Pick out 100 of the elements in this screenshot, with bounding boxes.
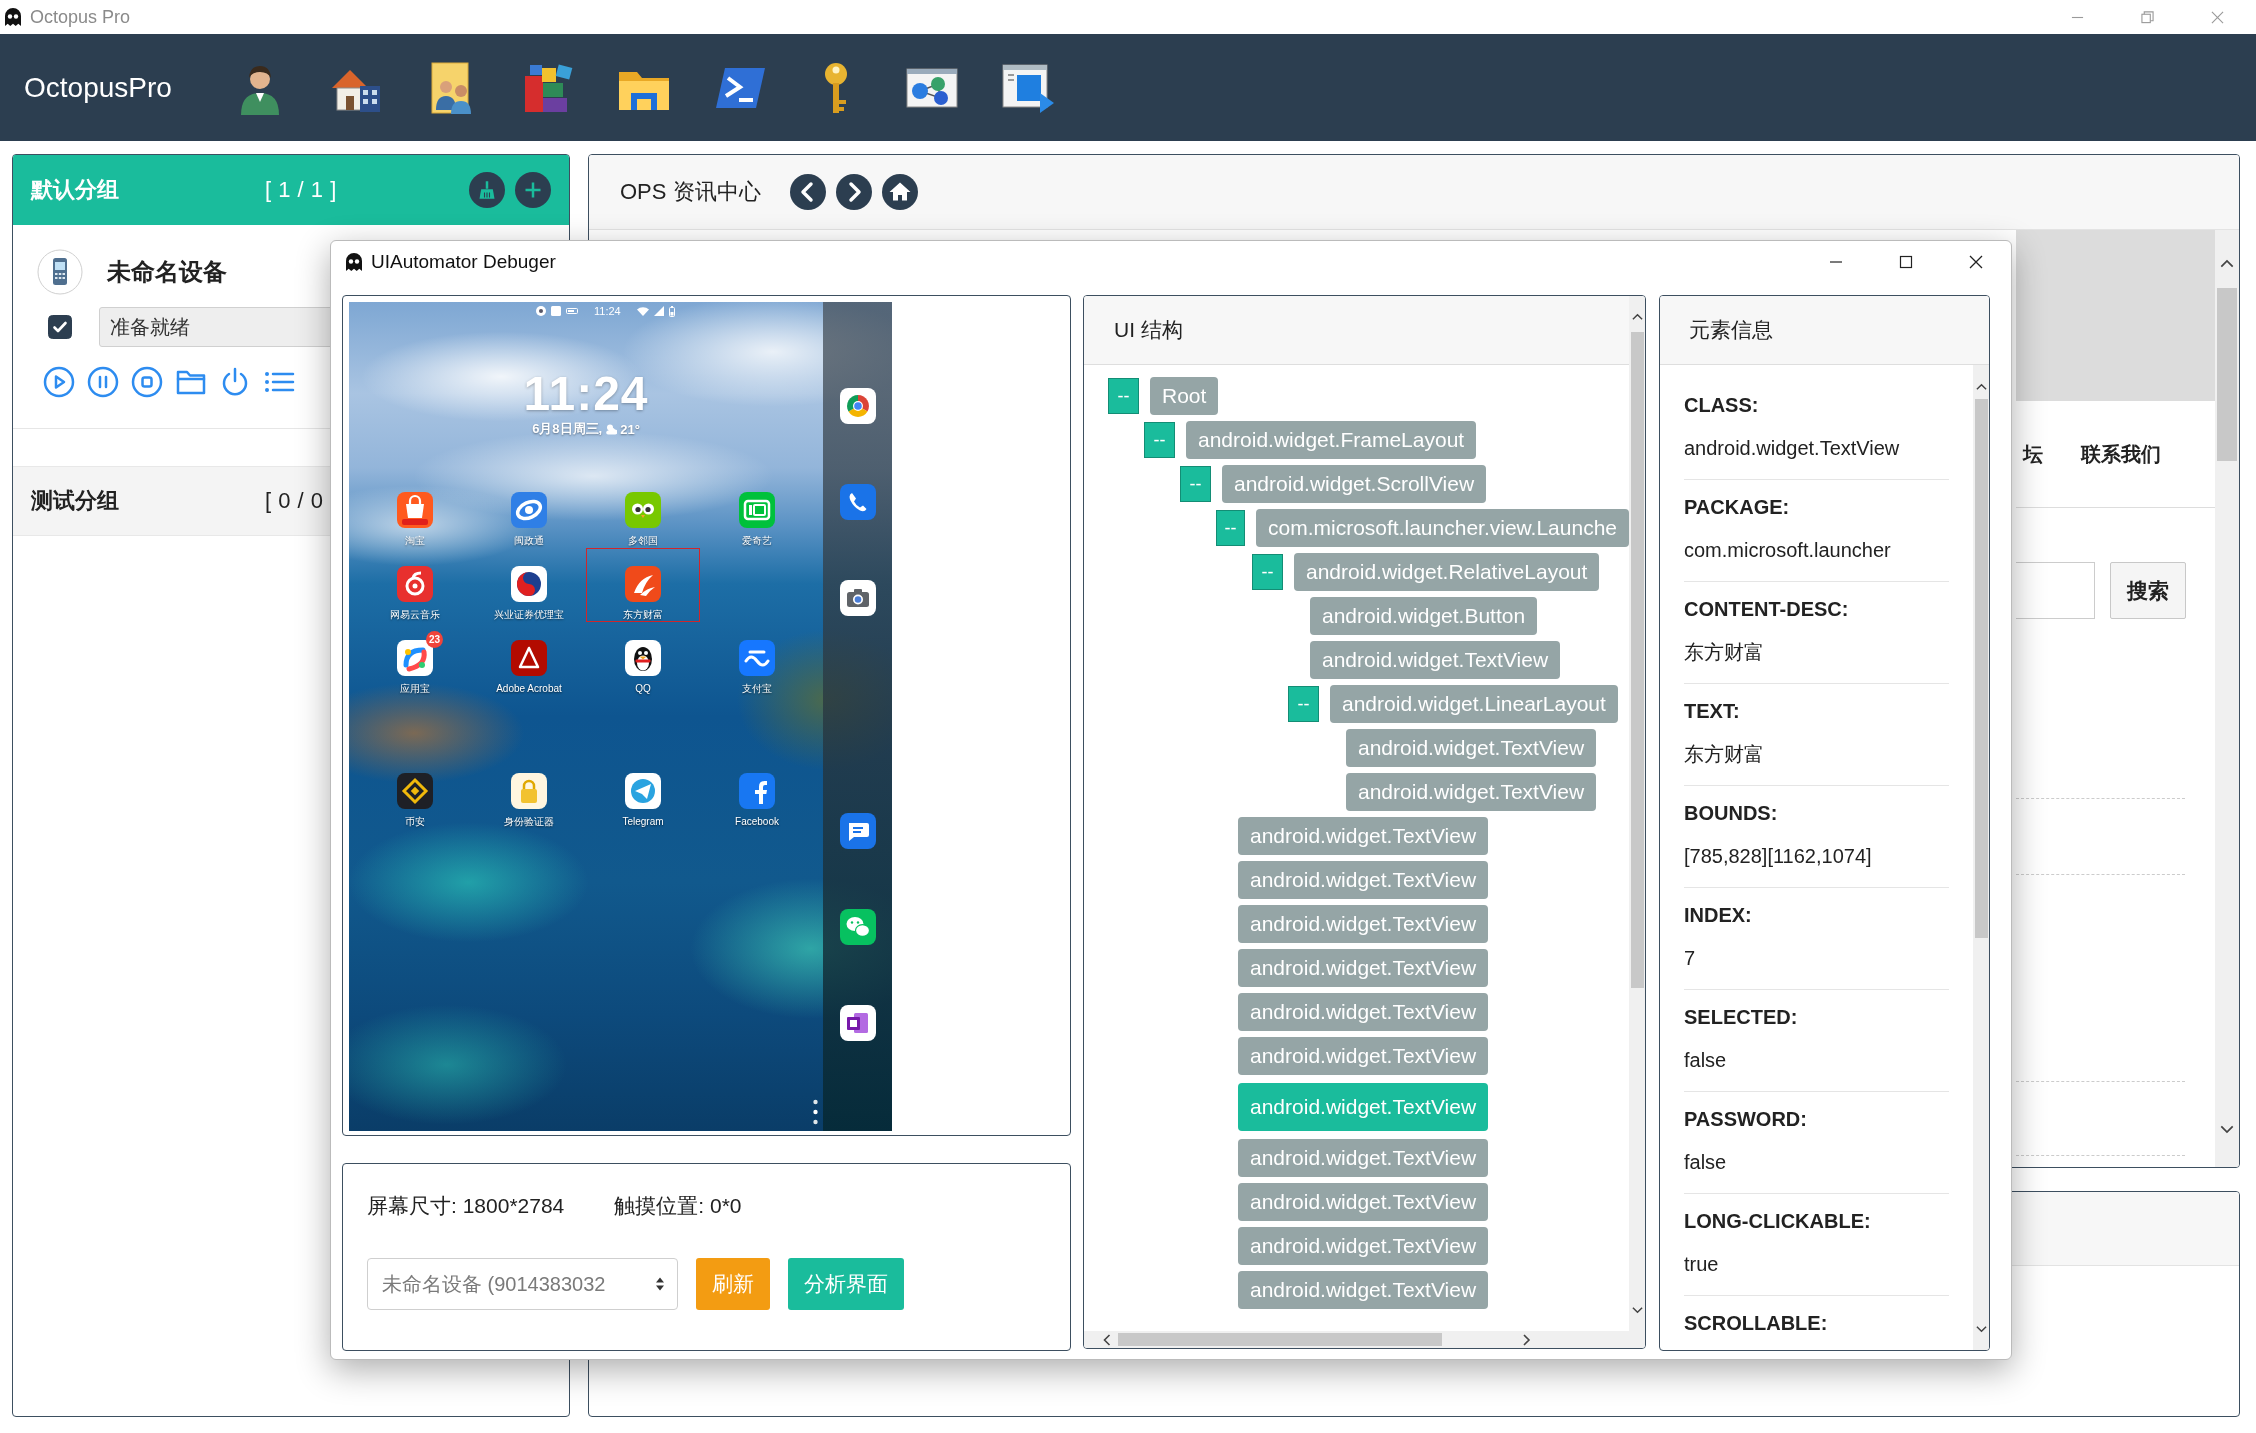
checkbox[interactable]: [48, 315, 72, 339]
wing-icon: [625, 566, 661, 602]
tree-node[interactable]: android.widget.TextView: [1238, 1083, 1489, 1131]
scrollbar[interactable]: [1084, 1331, 1629, 1348]
search-field[interactable]: [2016, 562, 2095, 619]
scrollbar[interactable]: [1973, 365, 1989, 1350]
maximize-icon[interactable]: [1899, 255, 1913, 269]
chevron-left-icon[interactable]: [1103, 1333, 1111, 1346]
scrollbar-thumb[interactable]: [1118, 1333, 1442, 1346]
collapse-toggle[interactable]: --: [1252, 554, 1283, 590]
broom-icon: [477, 180, 497, 200]
nav-link[interactable]: 坛: [2023, 440, 2043, 468]
back-icon[interactable]: [790, 174, 826, 210]
collapse-toggle[interactable]: --: [1288, 686, 1319, 722]
dialog-title: UIAutomator Debuger: [371, 251, 556, 273]
chevron-down-icon[interactable]: [1975, 1325, 1987, 1333]
add-button[interactable]: [515, 172, 551, 208]
collapse-toggle[interactable]: --: [1180, 466, 1211, 502]
field-label: PACKAGE:: [1684, 495, 1791, 520]
app-label: QQ: [635, 682, 651, 696]
search-button[interactable]: 搜索: [2110, 562, 2186, 619]
yin-yang-icon: [511, 566, 547, 602]
analyze-button[interactable]: 分析界面: [788, 1258, 904, 1310]
forward-icon[interactable]: [836, 174, 872, 210]
page-dots-icon: [813, 1099, 818, 1125]
stop-icon[interactable]: [131, 366, 163, 398]
pause-icon[interactable]: [87, 366, 119, 398]
tree-node[interactable]: android.widget.ScrollView: [1222, 465, 1487, 503]
field-label: LONG-CLICKABLE:: [1684, 1209, 1872, 1234]
tree-node[interactable]: android.widget.TextView: [1238, 1183, 1489, 1221]
scrollbar-thumb[interactable]: [1630, 332, 1644, 988]
collapse-toggle[interactable]: --: [1108, 378, 1139, 414]
tree-node[interactable]: android.widget.TextView: [1346, 773, 1597, 811]
scrollbar-thumb[interactable]: [2217, 288, 2237, 461]
app-label: 淘宝: [405, 534, 425, 548]
group-count: [ 0 / 0: [265, 488, 324, 514]
battery-icon: [668, 305, 675, 317]
tree-node[interactable]: android.widget.TextView: [1238, 949, 1489, 987]
app-label: 支付宝: [742, 682, 772, 696]
tree-node[interactable]: android.widget.RelativeLayout: [1294, 553, 1600, 591]
app-label: 网易云音乐: [390, 608, 440, 622]
field-value: 东方财富: [1684, 742, 1765, 767]
group-count: [ 1 / 1 ]: [265, 177, 337, 203]
phone-screenshot[interactable]: 11:24 11:24 6月8日周三, 21° 淘宝 闽政通 多邻国 爱奇艺 网易云音乐 兴业证券优理宝 东方财富 23 应用宝 Adobe Acrobat QQ 支付宝 币安 身份验证器 Telegram Facebook: [349, 302, 892, 1131]
collapse-toggle[interactable]: --: [1144, 422, 1175, 458]
weather-icon: [605, 423, 618, 435]
tree-node[interactable]: android.widget.TextView: [1238, 905, 1489, 943]
scrollbar[interactable]: [1629, 296, 1645, 1348]
collapse-toggle[interactable]: --: [1216, 510, 1245, 546]
scrollbar-thumb[interactable]: [1974, 399, 1988, 938]
refresh-button[interactable]: 刷新: [696, 1258, 770, 1310]
element-title: 元素信息: [1689, 317, 1773, 343]
tree-node[interactable]: android.widget.TextView: [1238, 861, 1489, 899]
chevron-down-icon[interactable]: [2220, 1125, 2234, 1134]
tree-node[interactable]: android.widget.LinearLayout: [1330, 685, 1618, 723]
app-label: 应用宝: [400, 682, 430, 696]
spiral-icon: [397, 566, 433, 602]
tree-node[interactable]: android.widget.TextView: [1346, 729, 1597, 767]
play-icon[interactable]: [43, 366, 75, 398]
app-label: 兴业证券优理宝: [494, 608, 564, 622]
brand-title: OctopusPro: [24, 71, 172, 104]
scrollbar[interactable]: [2215, 230, 2239, 1167]
restore-icon[interactable]: [2140, 10, 2154, 24]
tree-node[interactable]: android.widget.TextView: [1310, 641, 1561, 679]
wifi-icon: [636, 306, 649, 316]
chevron-up-icon[interactable]: [2220, 259, 2234, 268]
chevron-up-icon[interactable]: [1631, 313, 1643, 321]
field-label: CONTENT-DESC:: [1684, 597, 1850, 622]
tree-node[interactable]: android.widget.TextView: [1238, 1037, 1489, 1075]
tree-node[interactable]: android.widget.TextView: [1238, 1271, 1489, 1309]
field-value: android.widget.TextView: [1684, 436, 1901, 461]
app-label: 爱奇艺: [742, 534, 772, 548]
chevron-up-icon[interactable]: [1975, 383, 1987, 391]
tree-node[interactable]: com.microsoft.launcher.view.Launche: [1256, 509, 1629, 547]
chevron-down-icon[interactable]: [1631, 1306, 1643, 1314]
nav-link[interactable]: 联系我们: [2081, 440, 2161, 468]
tree-node[interactable]: android.widget.FrameLayout: [1186, 421, 1477, 459]
app-label: 身份验证器: [504, 815, 554, 829]
app-label: 多邻国: [628, 534, 658, 548]
group-name: 默认分组: [31, 176, 120, 204]
tree-node[interactable]: android.widget.TextView: [1238, 1139, 1489, 1177]
tree-node[interactable]: Root: [1150, 377, 1219, 415]
tree-node[interactable]: android.widget.TextView: [1238, 993, 1489, 1031]
group-name: 测试分组: [31, 487, 120, 515]
notification-badge: 23: [426, 631, 443, 648]
chat-bubbles-icon: [839, 909, 876, 945]
tree-node[interactable]: android.widget.TextView: [1238, 1227, 1489, 1265]
field-value: true: [1684, 1252, 1720, 1277]
home-icon[interactable]: [882, 174, 918, 210]
app-label: Facebook: [735, 815, 779, 829]
field-label: PASSWORD:: [1684, 1107, 1808, 1132]
tree-node[interactable]: android.widget.TextView: [1238, 817, 1489, 855]
close-icon[interactable]: [1969, 255, 1983, 269]
owl-icon: [625, 492, 661, 528]
group-header[interactable]: 默认分组 [ 1 / 1 ]: [13, 155, 569, 225]
tree-node[interactable]: android.widget.Button: [1310, 597, 1538, 635]
device-select[interactable]: 未命名设备 (9014383032: [367, 1258, 678, 1310]
app-label: 闽政通: [514, 534, 544, 548]
bag-icon: [397, 492, 433, 528]
clean-button[interactable]: [469, 172, 505, 208]
